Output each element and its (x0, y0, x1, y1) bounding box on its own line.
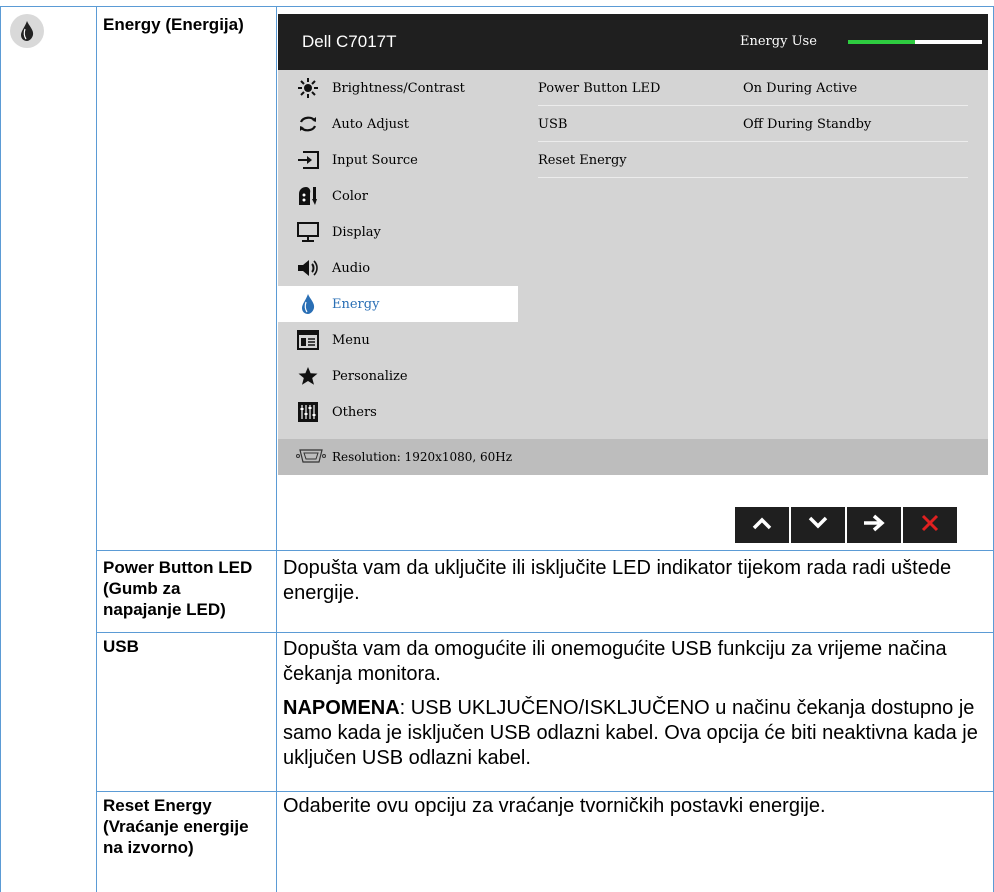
osd-title: Dell C7017T (302, 32, 397, 51)
sliders-icon (296, 402, 320, 422)
energy-drop-icon (296, 294, 320, 314)
osd-header: Dell C7017T Energy Use (278, 14, 988, 70)
setting-value: On During Active (743, 81, 858, 96)
menu-item-auto-adjust[interactable]: Auto Adjust (278, 106, 518, 142)
row-label-usb: USB (103, 637, 139, 656)
down-button[interactable] (791, 507, 845, 543)
note-text: NAPOMENA: USB UKLJUČENO/ISKLJUČENO u nač… (283, 696, 983, 771)
menu-item-energy[interactable]: Energy (278, 286, 518, 322)
auto-adjust-icon (296, 115, 320, 133)
row-desc-reset-energy: Odaberite ovu opciju za vraćanje tvornič… (283, 794, 983, 819)
osd-nav-buttons (733, 507, 957, 543)
table-col1-border (96, 6, 97, 892)
color-icon (296, 186, 320, 206)
table-col2-border (276, 6, 277, 892)
menu-item-label: Energy (332, 296, 380, 312)
right-arrow-icon (863, 514, 885, 537)
menu-item-brightness-contrast[interactable]: Brightness/Contrast (278, 70, 518, 106)
menu-item-label: Others (332, 404, 377, 420)
menu-item-audio[interactable]: Audio (278, 250, 518, 286)
menu-item-label: Audio (332, 260, 371, 276)
row-desc-usb: Dopušta vam da omogućite ili onemogućite… (283, 637, 983, 771)
osd-main-menu: Brightness/Contrast Auto Adjust Input So… (278, 70, 518, 439)
menu-item-label: Brightness/Contrast (332, 80, 465, 96)
section-label: Energy (Energija) (103, 15, 244, 34)
osd-menu-screen: Dell C7017T Energy Use Brightness/Contra… (278, 14, 988, 547)
up-button[interactable] (735, 507, 789, 543)
close-icon (921, 514, 939, 537)
row-divider (96, 791, 994, 792)
setting-name: Reset Energy (538, 153, 627, 168)
energy-use-fill (848, 40, 915, 44)
menu-item-label: Menu (332, 332, 370, 348)
star-icon (296, 366, 320, 386)
menu-item-personalize[interactable]: Personalize (278, 358, 518, 394)
energy-drop-icon (10, 14, 44, 48)
sun-icon (296, 78, 320, 98)
menu-item-label: Personalize (332, 368, 408, 384)
menu-item-label: Color (332, 188, 368, 204)
setting-value: Off During Standby (743, 117, 872, 132)
row-divider (96, 550, 994, 551)
description-text: Dopušta vam da uključite ili isključite … (283, 557, 952, 604)
menu-window-icon (296, 330, 320, 350)
row-label-reset-energy: Reset Energy (Vraćanje energije na izvor… (103, 796, 249, 857)
table-top-border (0, 6, 994, 7)
row-divider (96, 632, 994, 633)
osd-submenu: Power Button LED On During Active USB Of… (518, 70, 988, 439)
exit-button[interactable] (903, 507, 957, 543)
table-left-border (0, 6, 1, 892)
menu-item-others[interactable]: Others (278, 394, 518, 430)
setting-usb[interactable]: USB Off During Standby (538, 106, 968, 142)
resolution-text: Resolution: 1920x1080, 60Hz (332, 450, 513, 464)
speaker-icon (296, 259, 320, 277)
setting-reset-energy[interactable]: Reset Energy (538, 142, 968, 178)
menu-item-label: Input Source (332, 152, 418, 168)
energy-use-label: Energy Use (740, 34, 817, 49)
menu-item-input-source[interactable]: Input Source (278, 142, 518, 178)
input-source-icon (296, 151, 320, 169)
menu-item-label: Auto Adjust (332, 116, 409, 132)
setting-name: Power Button LED (538, 81, 661, 96)
description-text: Odaberite ovu opciju za vraćanje tvornič… (283, 795, 826, 817)
enter-button[interactable] (847, 507, 901, 543)
menu-item-label: Display (332, 224, 381, 240)
menu-item-color[interactable]: Color (278, 178, 518, 214)
down-icon (808, 516, 828, 535)
vga-connector-icon (296, 448, 326, 466)
up-icon (752, 516, 772, 535)
row-desc-power-button-led: Dopušta vam da uključite ili isključite … (283, 556, 983, 606)
setting-name: USB (538, 117, 568, 132)
energy-use-bar (848, 40, 982, 44)
description-text: Dopušta vam da omogućite ili onemogućite… (283, 638, 947, 685)
row-label-power-button-led: Power Button LED (Gumb za napajanje LED) (103, 558, 253, 619)
note-label: NAPOMENA (283, 697, 400, 719)
setting-power-button-led[interactable]: Power Button LED On During Active (538, 70, 968, 106)
menu-item-display[interactable]: Display (278, 214, 518, 250)
osd-status-bar: Resolution: 1920x1080, 60Hz (278, 439, 988, 475)
menu-item-menu[interactable]: Menu (278, 322, 518, 358)
monitor-icon (296, 222, 320, 242)
